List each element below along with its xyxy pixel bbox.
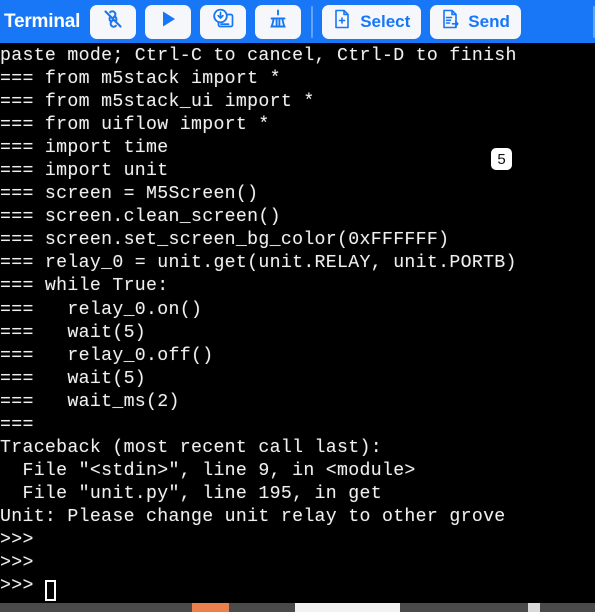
broken-link-icon	[101, 7, 125, 36]
send-button[interactable]: Send	[430, 4, 521, 39]
select-button-label: Select	[360, 11, 411, 31]
download-button[interactable]	[200, 4, 247, 39]
broom-icon	[266, 7, 290, 36]
send-button-label: Send	[468, 11, 510, 31]
play-icon	[156, 7, 180, 36]
toolbar-divider	[311, 5, 314, 38]
download-to-device-icon	[211, 7, 236, 37]
terminal-cursor	[45, 580, 56, 601]
file-send-icon	[439, 8, 461, 35]
scrollbar-thumb[interactable]	[295, 603, 400, 612]
page-title: Terminal	[4, 10, 81, 32]
line-count-badge: 5	[491, 148, 512, 170]
disconnect-button[interactable]	[90, 4, 137, 39]
terminal-output-pane[interactable]: paste mode; Ctrl-C to cancel, Ctrl-D to …	[0, 43, 595, 603]
terminal-text: paste mode; Ctrl-C to cancel, Ctrl-D to …	[0, 46, 517, 597]
clear-button[interactable]	[255, 4, 302, 39]
run-button[interactable]	[145, 4, 192, 39]
file-plus-icon	[331, 8, 353, 35]
scrollbar-segment-orange[interactable]	[192, 603, 229, 612]
scrollbar-grip[interactable]	[528, 603, 540, 612]
select-button[interactable]: Select	[322, 4, 422, 39]
terminal-toolbar: Terminal Select Send	[0, 0, 595, 43]
horizontal-scrollbar[interactable]	[0, 603, 595, 612]
